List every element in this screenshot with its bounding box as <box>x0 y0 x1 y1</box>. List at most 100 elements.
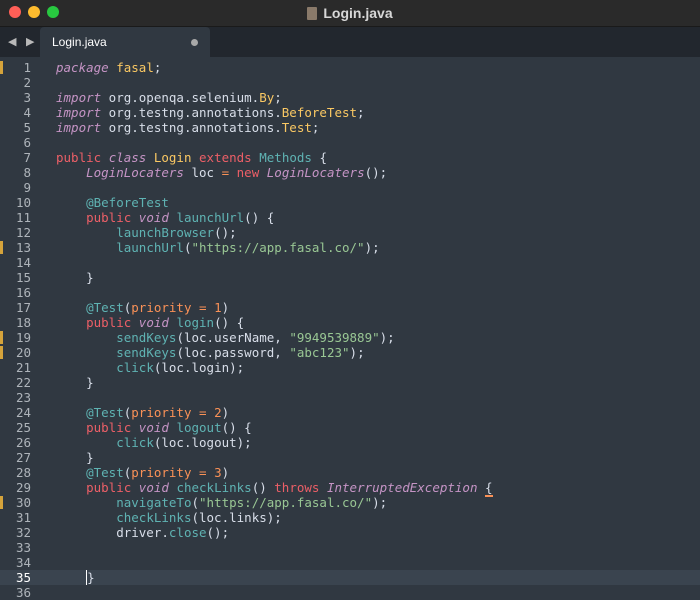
code-line[interactable]: 19 sendKeys(loc.userName, "9949539889"); <box>0 330 700 345</box>
code-text: click(loc.logout); <box>56 435 251 450</box>
code-line[interactable]: 21 click(loc.login); <box>0 360 700 375</box>
code-editor[interactable]: 1 package fasal; 2 3 import org.openqa.selen… <box>0 57 700 600</box>
code-token: "9949539889" <box>289 330 380 345</box>
line-number: 10 <box>15 195 31 210</box>
code-line[interactable]: 12 launchBrowser(); <box>0 225 700 240</box>
code-line[interactable]: 15 } <box>0 270 700 285</box>
code-token: (); <box>214 225 237 240</box>
code-line[interactable]: 3 import org.openqa.selenium.By; <box>0 90 700 105</box>
code-token: LoginLocaters <box>266 165 365 180</box>
code-line[interactable]: 35 } <box>0 570 700 585</box>
window-title: Login.java <box>0 5 700 21</box>
code-line[interactable]: 29 public void checkLinks() throws Inter… <box>0 480 700 497</box>
code-text: LoginLocaters loc = new LoginLocaters(); <box>56 165 387 180</box>
code-token: close <box>168 525 207 540</box>
unsaved-dot-icon[interactable] <box>191 39 198 46</box>
code-line[interactable]: 33 <box>0 540 700 555</box>
code-token: ) <box>221 465 230 480</box>
code-line[interactable]: 34 <box>0 555 700 570</box>
line-number: 21 <box>15 360 31 375</box>
code-line[interactable]: 4 import org.testng.annotations.BeforeTes… <box>0 105 700 120</box>
code-line[interactable]: 18 public void login() { <box>0 315 700 330</box>
code-line[interactable]: 31 checkLinks(loc.links); <box>0 510 700 525</box>
code-token: ); <box>349 345 365 360</box>
code-token: org.openqa.selenium. <box>101 90 260 105</box>
code-line[interactable]: 27 } <box>0 450 700 465</box>
line-number: 1 <box>23 60 31 75</box>
code-line[interactable]: 20 sendKeys(loc.password, "abc123"); <box>0 345 700 360</box>
code-text: public void launchUrl() { <box>56 210 274 225</box>
code-line[interactable]: 26 click(loc.logout); <box>0 435 700 450</box>
code-token: } <box>56 450 94 465</box>
code-token: new <box>236 165 260 180</box>
code-line[interactable]: 24 @Test(priority = 2) <box>0 405 700 420</box>
code-line[interactable]: 10 @BeforeTest <box>0 195 700 210</box>
line-number: 18 <box>15 315 31 330</box>
code-line[interactable]: 22 } <box>0 375 700 390</box>
code-text: @Test(priority = 3) <box>56 465 229 480</box>
code-text: @Test(priority = 2) <box>56 405 229 420</box>
code-token: "https://app.fasal.co/" <box>199 495 373 510</box>
code-token: priority <box>131 405 192 420</box>
code-text: } <box>56 450 94 465</box>
code-line[interactable]: 14 <box>0 255 700 270</box>
code-line[interactable]: 11 public void launchUrl() { <box>0 210 700 225</box>
tab-nav-arrows-icon[interactable]: ◀ ▶ <box>8 35 37 48</box>
code-line[interactable]: 2 <box>0 75 700 90</box>
line-number: 13 <box>15 240 31 255</box>
code-token: checkLinks <box>116 510 192 525</box>
code-line[interactable]: 17 @Test(priority = 1) <box>0 300 700 315</box>
code-token: { <box>311 150 327 165</box>
code-token: (); <box>364 165 388 180</box>
line-number: 12 <box>15 225 31 240</box>
code-token: org.testng.annotations. <box>101 120 282 135</box>
code-token: 1 <box>214 300 222 315</box>
line-number: 35 <box>15 570 31 585</box>
code-token: = <box>221 165 230 180</box>
code-line[interactable]: 36 <box>0 585 700 600</box>
code-token: = <box>199 405 207 420</box>
code-line[interactable]: 6 <box>0 135 700 150</box>
code-line[interactable]: 9 <box>0 180 700 195</box>
code-token: ); <box>372 495 388 510</box>
code-line[interactable]: 23 <box>0 390 700 405</box>
code-line[interactable]: 30 navigateTo("https://app.fasal.co/"); <box>0 495 700 510</box>
code-token: priority <box>131 300 192 315</box>
code-token: @Test <box>86 300 124 315</box>
code-line[interactable]: 28 @Test(priority = 3) <box>0 465 700 480</box>
code-line[interactable]: 13 launchUrl("https://app.fasal.co/"); <box>0 240 700 255</box>
code-text: public void checkLinks() throws Interrup… <box>56 480 493 497</box>
line-number: 19 <box>15 330 31 345</box>
line-number: 16 <box>15 285 31 300</box>
line-number: 27 <box>15 450 31 465</box>
code-token: public <box>86 420 132 435</box>
line-number: 14 <box>15 255 31 270</box>
code-line[interactable]: 5 import org.testng.annotations.Test; <box>0 120 700 135</box>
code-line[interactable]: 32 driver.close(); <box>0 525 700 540</box>
code-token: public <box>86 315 132 330</box>
code-line[interactable]: 7 public class Login extends Methods { <box>0 150 700 165</box>
code-token: 3 <box>214 465 222 480</box>
tab-bar: ◀ ▶ Login.java <box>0 27 700 57</box>
code-line[interactable]: 25 public void logout() { <box>0 420 700 435</box>
code-token: package <box>56 60 109 75</box>
code-line[interactable]: 8 LoginLocaters loc = new LoginLocaters(… <box>0 165 700 180</box>
tab-login-java[interactable]: Login.java <box>40 27 210 57</box>
code-line[interactable]: 1 package fasal; <box>0 60 700 75</box>
code-line[interactable]: 16 <box>0 285 700 300</box>
code-token: "abc123" <box>289 345 350 360</box>
line-number: 23 <box>15 390 31 405</box>
